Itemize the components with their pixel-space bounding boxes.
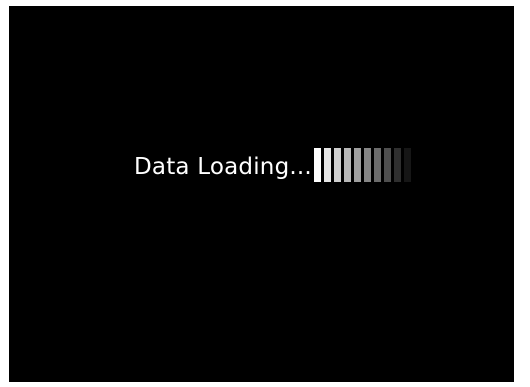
loading-screen: Data Loading... (9, 6, 514, 382)
loading-bar (374, 148, 381, 182)
loading-label: Data Loading... (134, 154, 312, 180)
loading-bar (324, 148, 331, 182)
loading-bar (364, 148, 371, 182)
loading-bar (334, 148, 341, 182)
loading-bar (354, 148, 361, 182)
loading-bar (404, 148, 411, 182)
loading-bar (314, 148, 321, 182)
loading-bar (394, 148, 401, 182)
loading-bar (384, 148, 391, 182)
loading-bar (344, 148, 351, 182)
